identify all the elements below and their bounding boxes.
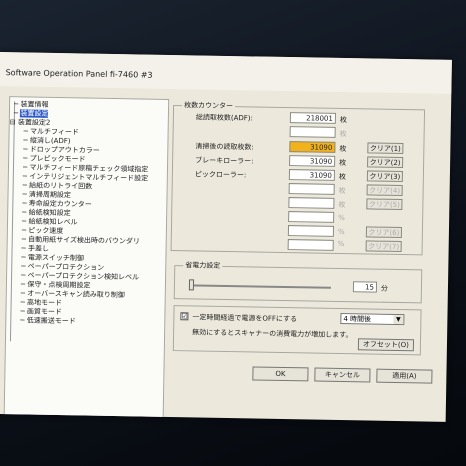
after-cleaning-value: 31090 (289, 141, 336, 153)
auto-power-off-label: 一定時間経過で電源をOFFにする (192, 313, 298, 324)
total-scan-unit: 枚 (339, 115, 347, 125)
counter-unit-6: 枚 (338, 186, 346, 196)
pick-roller-value: 31090 (288, 169, 335, 181)
clear-6-button[interactable]: クリア(6) (365, 226, 403, 239)
software-operation-panel-window: Software Operation Panel fi-7460 #3 ─ 装置… (0, 52, 452, 422)
auto-power-off-group: ☑ 一定時間経過で電源をOFFにする 4 時間後 ▼ 無効にするとスキャナーの消費… (172, 305, 422, 356)
auto-power-off-select[interactable]: 4 時間後 ▼ (340, 312, 405, 326)
cancel-button[interactable]: キャンセル (314, 367, 371, 383)
settings-panel: 枚数カウンター 総読取枚数(ADF): 218001 枚 枚 清掃後の読取枚数:… (167, 99, 437, 422)
power-note: 無効にするとスキャナーの消費電力が増加します。 (192, 328, 353, 340)
tree-connector-line (9, 101, 16, 342)
clear-3-button[interactable]: クリア(3) (366, 170, 403, 183)
brake-roller-unit: 枚 (339, 158, 347, 168)
counter-unit-2: 枚 (339, 129, 347, 139)
total-scan-label: 総読取枚数(ADF): (195, 113, 253, 123)
counter-value-10 (287, 239, 334, 251)
after-cleaning-unit: 枚 (339, 144, 347, 154)
counter-unit-9: % (337, 227, 345, 237)
counter-unit-8: % (338, 213, 345, 223)
clear-5-button[interactable]: クリア(5) (366, 198, 403, 211)
settings-tree[interactable]: ─ 装置情報 ─ 装置設定 ⊟ 装置設定2 ─ マルチフィード ─ 縦消し(AD… (3, 96, 170, 422)
chevron-down-icon: ▼ (393, 314, 404, 325)
auto-power-off-checkbox[interactable]: ☑ (180, 312, 189, 321)
brake-roller-value: 31090 (289, 155, 336, 167)
offset-button[interactable]: オフセット(O) (357, 338, 415, 352)
clear-4-button[interactable]: クリア(4) (366, 184, 403, 197)
after-cleaning-label: 清掃後の読取枚数: (195, 142, 254, 152)
clear-1-button[interactable]: クリア(1) (367, 142, 404, 155)
power-save-slider-track (188, 284, 331, 289)
counter-unit-10: % (337, 239, 345, 249)
power-save-group-label: 省電力設定 (183, 260, 223, 271)
clear-2-button[interactable]: クリア(2) (367, 156, 404, 169)
apply-button[interactable]: 適用(A) (376, 368, 433, 384)
power-save-slider[interactable] (188, 279, 195, 291)
counter-value-6 (288, 183, 335, 195)
counter-value-7 (288, 197, 335, 209)
power-save-group: 省電力設定 15 分 (173, 260, 423, 304)
ok-button[interactable]: OK (252, 366, 309, 382)
counter-unit-7: 枚 (338, 200, 346, 210)
counter-value-8 (288, 211, 335, 223)
total-scan-value: 218001 (289, 112, 336, 124)
pick-roller-label: ピックローラー: (194, 170, 247, 180)
title-bar: Software Operation Panel fi-7460 #3 (0, 52, 452, 94)
tree-item-low-speed[interactable]: ─ 低速搬送モード (20, 315, 76, 326)
window-title: Software Operation Panel fi-7460 #3 (5, 68, 153, 80)
power-save-unit: 分 (380, 284, 388, 293)
clear-7-button[interactable]: クリア(7) (365, 240, 402, 253)
pick-roller-unit: 枚 (338, 172, 346, 182)
counter-value-9 (287, 225, 335, 237)
power-save-value: 15 (352, 281, 378, 293)
counter-group-label: 枚数カウンター (182, 100, 236, 112)
counter-group: 枚数カウンター 総読取枚数(ADF): 218001 枚 枚 清掃後の読取枚数:… (170, 100, 426, 256)
counter-value-2 (289, 126, 336, 138)
brake-roller-label: ブレーキローラー: (195, 156, 254, 166)
